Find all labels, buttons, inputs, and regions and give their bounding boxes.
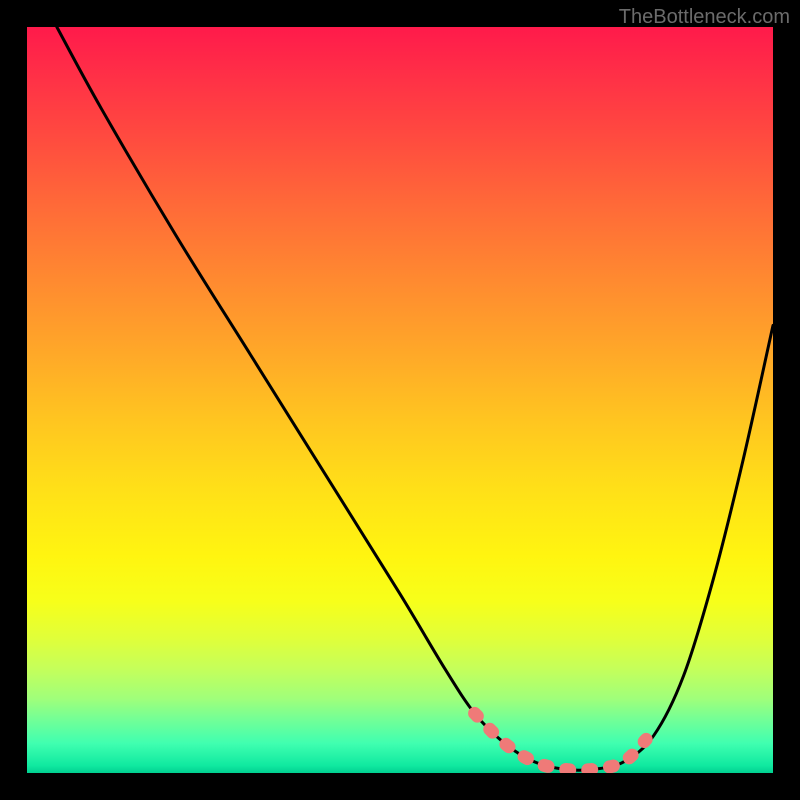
chart-svg xyxy=(27,27,773,773)
optimal-range-highlight xyxy=(475,713,647,770)
bottleneck-curve-line xyxy=(57,27,773,770)
watermark-label: TheBottleneck.com xyxy=(619,6,790,29)
chart-plot-area xyxy=(27,27,773,773)
